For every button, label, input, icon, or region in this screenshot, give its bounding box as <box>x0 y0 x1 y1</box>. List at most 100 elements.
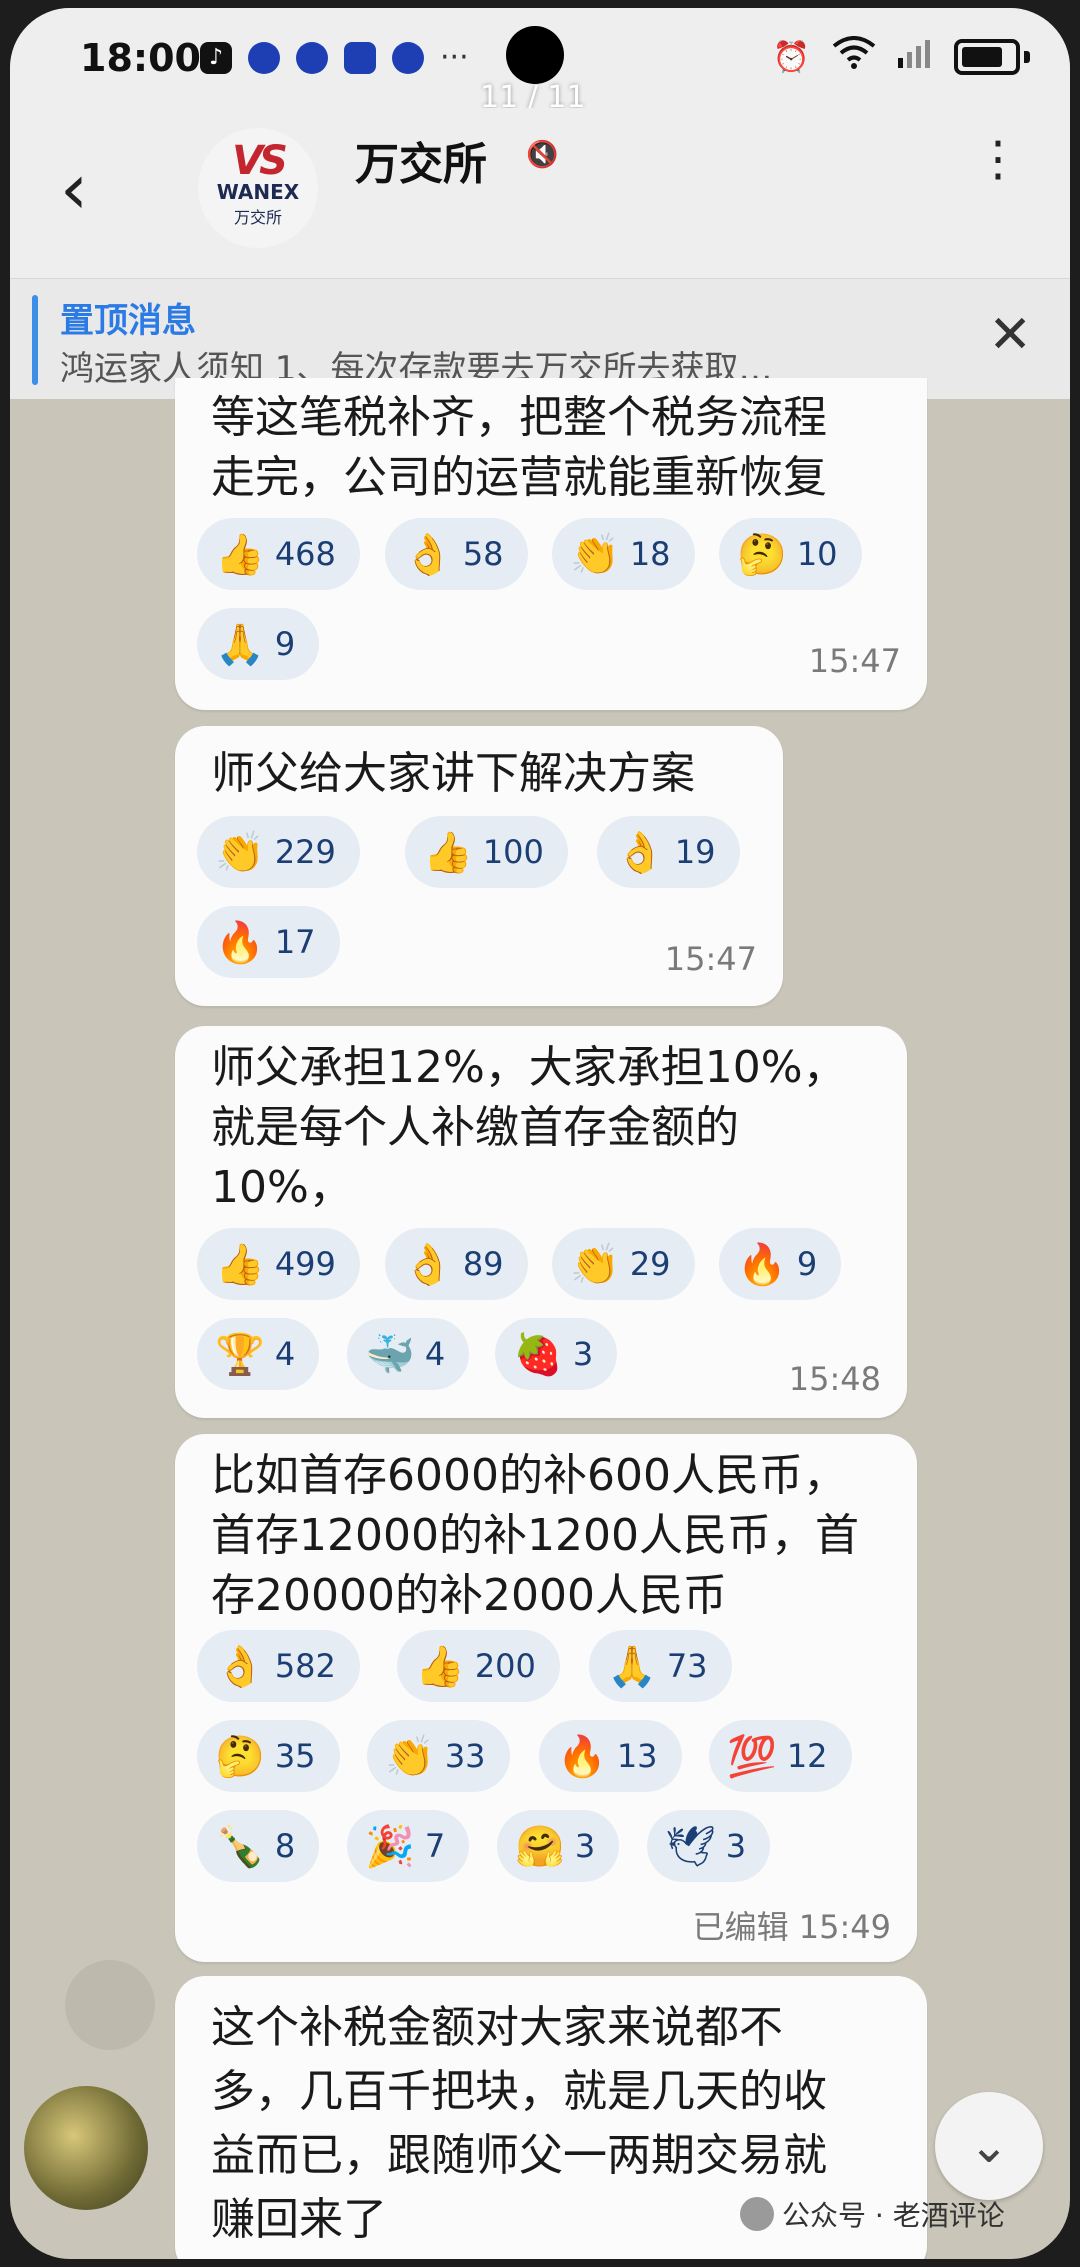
more-notifications-icon: ··· <box>440 40 469 75</box>
reaction-chip[interactable]: 👌 89 <box>385 1228 528 1300</box>
reaction-count: 58 <box>462 535 504 573</box>
reaction-count: 468 <box>274 535 336 573</box>
whale-icon: 🐳 <box>365 1331 415 1378</box>
reaction-count: 33 <box>444 1737 486 1775</box>
reaction-chip[interactable]: 🙏 73 <box>589 1630 732 1702</box>
reaction-chip[interactable]: 🏆 4 <box>197 1318 320 1390</box>
reaction-chip[interactable]: 🔥 9 <box>719 1228 842 1300</box>
mute-icon: 🔇 <box>526 140 559 170</box>
thumbs-up-icon: 👍 <box>415 1643 465 1690</box>
ok-hand-icon: 👌 <box>215 1643 265 1690</box>
reaction-chip[interactable]: 🍾 8 <box>197 1810 320 1882</box>
reaction-chip[interactable]: 👌 582 <box>197 1630 360 1702</box>
reaction-count: 8 <box>274 1827 296 1865</box>
status-time: 18:00 <box>80 36 201 80</box>
reaction-chip[interactable]: 🕊 3 <box>647 1810 771 1882</box>
reaction-chip[interactable]: 🎉 7 <box>347 1810 470 1882</box>
clap-icon: 👏 <box>385 1733 435 1780</box>
message-time: 已编辑 15:49 <box>692 1908 891 1946</box>
reaction-chip[interactable]: 🔥 13 <box>539 1720 682 1792</box>
app-icon <box>296 41 328 74</box>
reaction-count: 19 <box>674 833 716 871</box>
logo-en: WANEX <box>216 180 300 204</box>
logo-cn: 万交所 <box>233 208 282 227</box>
reaction-chip[interactable]: 👍 200 <box>397 1630 560 1702</box>
tiktok-icon: ♪ <box>200 41 232 74</box>
thinking-icon: 🤔 <box>737 531 787 578</box>
hug-icon: 🤗 <box>515 1823 565 1870</box>
reaction-count: 10 <box>796 535 838 573</box>
battery-icon <box>954 39 1020 75</box>
reaction-chip[interactable]: 💯 12 <box>709 1720 852 1792</box>
fire-icon: 🔥 <box>557 1733 607 1780</box>
fire-icon: 🔥 <box>737 1241 787 1288</box>
channel-avatar[interactable]: VS WANEX 万交所 <box>198 128 318 248</box>
reaction-chip[interactable]: 🔥 17 <box>197 906 340 978</box>
avatar[interactable] <box>24 2086 148 2210</box>
reaction-chip[interactable]: 🤔 10 <box>719 518 862 590</box>
app-icon <box>248 41 280 74</box>
battery-tip <box>1024 51 1030 63</box>
thinking-icon: 🤔 <box>215 1733 265 1780</box>
scroll-down-icon[interactable]: ⌄ <box>935 2092 1043 2200</box>
avatar[interactable] <box>65 1960 155 2050</box>
party-popper-icon: 🎉 <box>365 1823 415 1870</box>
reaction-count: 13 <box>616 1737 658 1775</box>
alarm-icon: ⏰ <box>772 39 810 75</box>
status-right: ⏰ <box>773 36 1030 78</box>
reaction-chip[interactable]: 👌 19 <box>597 816 740 888</box>
more-menu-icon[interactable]: ⋮ <box>974 135 1022 183</box>
reaction-chip[interactable]: 🐳 4 <box>347 1318 470 1390</box>
reaction-chip[interactable]: 🤔 35 <box>197 1720 340 1792</box>
ok-hand-icon: 👌 <box>615 829 665 876</box>
pinned-title: 置顶消息 <box>60 301 196 341</box>
reaction-count: 7 <box>424 1827 446 1865</box>
pinned-indicator <box>32 295 38 385</box>
app-icon <box>392 41 424 74</box>
pray-icon: 🙏 <box>607 1643 657 1690</box>
reaction-chip[interactable]: 🤗 3 <box>497 1810 620 1882</box>
phone-screen: 18:00 ♪ ··· 11 / 11 ⏰ ‹ VS WANEX 万交所 万交所… <box>10 8 1070 2259</box>
reaction-chip[interactable]: 👏 18 <box>552 518 695 590</box>
reaction-count: 9 <box>796 1245 818 1283</box>
message-list[interactable]: 等这笔税补齐，把整个税务流程 走完，公司的运营就能重新恢复 👍 468 👌 58 👏… <box>10 378 1070 2259</box>
reaction-count: 3 <box>725 1827 747 1865</box>
logo-mark: VS <box>232 138 288 184</box>
reaction-chip[interactable]: 👏 33 <box>367 1720 510 1792</box>
message-time: 15:48 <box>788 1360 881 1398</box>
reaction-count: 29 <box>629 1245 671 1283</box>
reaction-chip[interactable]: 🍓 3 <box>495 1318 618 1390</box>
wechat-icon <box>740 2197 774 2231</box>
message-time: 15:47 <box>664 940 757 978</box>
notification-icons: ♪ ··· <box>200 40 469 75</box>
champagne-icon: 🍾 <box>215 1823 265 1870</box>
chat-title[interactable]: 万交所 <box>355 128 487 192</box>
message-bubble[interactable]: 比如首存6000的补600人民币， 首存12000的补1200人民币，首 存20… <box>175 1434 917 1962</box>
reaction-count: 4 <box>424 1335 446 1373</box>
message-bubble[interactable]: 等这笔税补齐，把整个税务流程 走完，公司的运营就能重新恢复 👍 468 👌 58 👏… <box>175 378 927 710</box>
dove-icon: 🕊 <box>665 1823 716 1870</box>
camera-cutout <box>506 26 564 84</box>
reaction-count: 12 <box>786 1737 828 1775</box>
pray-icon: 🙏 <box>215 621 265 668</box>
wifi-icon <box>832 36 876 78</box>
reaction-chip[interactable]: 👌 58 <box>385 518 528 590</box>
reaction-chip[interactable]: 👍 468 <box>197 518 360 590</box>
reaction-count: 9 <box>274 625 296 663</box>
reaction-chip[interactable]: 👏 29 <box>552 1228 695 1300</box>
reaction-count: 200 <box>474 1647 536 1685</box>
reaction-count: 89 <box>462 1245 504 1283</box>
reaction-chip[interactable]: 👍 100 <box>405 816 568 888</box>
message-bubble[interactable]: 师父给大家讲下解决方案 👏 229 👍 100 👌 19 🔥 17 15:47 <box>175 726 783 1006</box>
close-icon[interactable]: ✕ <box>988 305 1032 365</box>
reaction-count: 73 <box>666 1647 708 1685</box>
back-arrow-icon[interactable]: ‹ <box>60 148 88 230</box>
reaction-count: 35 <box>274 1737 316 1775</box>
reaction-chip[interactable]: 👍 499 <box>197 1228 360 1300</box>
reaction-count: 499 <box>274 1245 336 1283</box>
reaction-chip[interactable]: 👏 229 <box>197 816 360 888</box>
message-bubble[interactable]: 师父承担12%，大家承担10%， 就是每个人补缴首存金额的 10%， 👍 499 … <box>175 1026 907 1418</box>
reaction-count: 17 <box>274 923 316 961</box>
chat-header: ‹ VS WANEX 万交所 万交所 🔇 ⋮ <box>10 108 1070 278</box>
reaction-chip[interactable]: 🙏 9 <box>197 608 320 680</box>
